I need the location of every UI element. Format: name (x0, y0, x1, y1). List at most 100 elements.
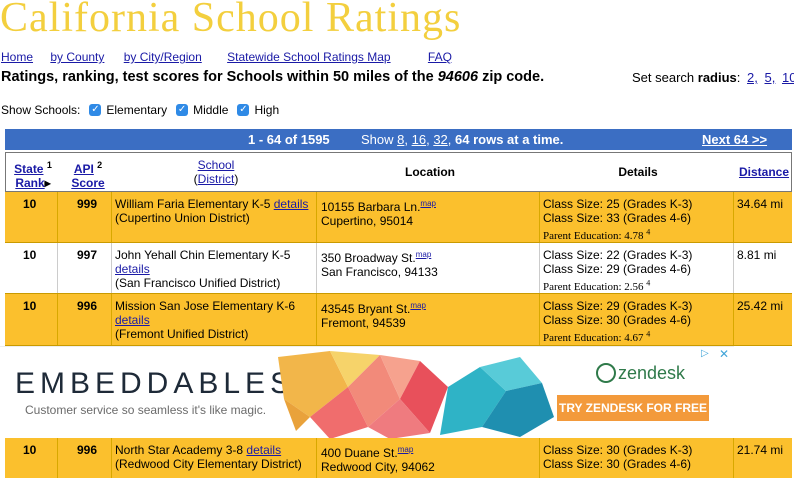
ad-brand-logo: zendesk (596, 363, 685, 384)
parent-education-footnote: 4 (646, 329, 651, 338)
school-cell: William Faria Elementary K-5 details (Cu… (115, 197, 315, 225)
street-address: 43545 Bryant St. (321, 302, 411, 316)
page-size-sep-1: , (404, 132, 412, 147)
cell-divider (316, 243, 317, 293)
school-district: (Fremont Unified District) (115, 327, 249, 341)
school-details-link[interactable]: details (115, 313, 150, 327)
school-cell: Mission San Jose Elementary K-6 details … (115, 299, 315, 341)
district-paren-close: ) (234, 172, 239, 186)
page-size-sep-3: , (447, 132, 456, 147)
elementary-checkbox[interactable]: ✓ (89, 104, 102, 116)
cell-divider (539, 243, 540, 293)
ad-cta-button[interactable]: TRY ZENDESK FOR FREE (557, 395, 709, 421)
class-size-k3: Class Size: 30 (Grades K-3) (543, 443, 693, 457)
school-details-link[interactable]: details (246, 443, 281, 457)
street-address: 350 Broadway St. (321, 251, 416, 265)
api-score-header[interactable]: API 2 Score (66, 158, 110, 190)
city-zip: Redwood City, 94062 (321, 460, 435, 474)
nav-by-city-link[interactable]: by City/Region (124, 50, 202, 64)
state-header-link[interactable]: State (14, 162, 43, 176)
cell-divider (733, 192, 734, 242)
cell-divider (111, 294, 112, 345)
location-cell: 350 Broadway St.map San Francisco, 94133 (321, 248, 438, 279)
distance: 8.81 mi (737, 248, 777, 262)
adchoices-icon[interactable]: ▷ (701, 348, 709, 359)
nav-by-county-link[interactable]: by County (50, 50, 104, 64)
street-address: 10155 Barbara Ln. (321, 200, 421, 214)
location-cell: 10155 Barbara Ln.map Cupertino, 95014 (321, 197, 436, 228)
cell-divider (539, 294, 540, 345)
next-page-link[interactable]: Next 64 >> (702, 132, 767, 147)
class-size-k3: Class Size: 22 (Grades K-3) (543, 248, 693, 262)
city-zip: San Francisco, 94133 (321, 265, 438, 279)
parent-education-value: Parent Education: 4.78 (543, 229, 644, 242)
rank-header-link[interactable]: Rank (15, 176, 44, 190)
nav-faq-link[interactable]: FAQ (428, 50, 452, 64)
parent-education-footnote: 4 (646, 227, 651, 236)
state-rank: 10 (23, 248, 37, 262)
headline-text: Ratings, ranking, test scores for School… (1, 69, 438, 85)
map-link[interactable]: map (420, 199, 436, 208)
details-cell: Class Size: 22 (Grades K-3) Class Size: … (543, 248, 692, 294)
parent-education: Parent Education: 4.78 4 (543, 227, 651, 242)
city-zip: Fremont, 94539 (321, 316, 406, 330)
map-link[interactable]: map (398, 445, 414, 454)
cell-divider (111, 192, 112, 242)
score-header-link[interactable]: Score (71, 176, 104, 190)
class-size-46: Class Size: 30 (Grades 4-6) (543, 457, 692, 471)
district-header-link[interactable]: District (198, 172, 235, 186)
state-footnote: 1 (46, 160, 52, 170)
school-type-filter: Show Schools: ✓ Elementary ✓ Middle ✓ High (1, 103, 279, 117)
ad-close-icon[interactable]: ✕ (719, 347, 729, 361)
school-cell: North Star Academy 3-8 details (Redwood … (115, 443, 315, 471)
site-title: California School Ratings (0, 0, 462, 41)
cell-divider (57, 294, 58, 345)
radius-label-pre: Set search (632, 70, 698, 85)
middle-checkbox[interactable]: ✓ (176, 104, 189, 116)
school-details-link[interactable]: details (115, 262, 150, 276)
cell-divider (111, 438, 112, 478)
parent-education: Parent Education: 2.56 4 (543, 278, 650, 293)
school-district: (San Francisco Unified District) (115, 276, 281, 290)
cell-divider (539, 192, 540, 242)
city-zip: Cupertino, 95014 (321, 214, 414, 228)
distance-header-link[interactable]: Distance (739, 165, 789, 179)
radius-option-2[interactable]: 2, (747, 70, 758, 85)
sort-arrow-icon: ▸ (44, 176, 51, 190)
cell-divider (733, 294, 734, 345)
state-rank: 10 (23, 197, 37, 211)
api-score: 999 (77, 197, 98, 211)
pagination-bar: 1 - 64 of 1595 Show 8, 16, 32, 64 rows a… (5, 129, 792, 150)
page-size-16[interactable]: 16 (412, 132, 426, 147)
location-header: Location (405, 165, 455, 179)
api-header-link[interactable]: API (74, 162, 94, 176)
state-rank: 10 (23, 299, 37, 313)
cell-divider (316, 192, 317, 242)
school-name: North Star Academy 3-8 (115, 443, 244, 457)
school-name: John Yehall Chin Elementary K-5 (115, 248, 291, 262)
details-cell: Class Size: 25 (Grades K-3) Class Size: … (543, 197, 692, 243)
school-header[interactable]: School (District) (116, 158, 316, 186)
radius-option-5[interactable]: 5, (765, 70, 776, 85)
state-rank-header[interactable]: State 1 Rank▸ (8, 158, 58, 190)
distance: 34.64 mi (737, 197, 784, 211)
location-cell: 400 Duane St.map Redwood City, 94062 (321, 443, 435, 474)
school-name: Mission San Jose Elementary K-6 (115, 299, 296, 313)
advertisement-banner[interactable]: EMBEDDABLES Customer service so seamless… (0, 346, 734, 439)
radius-selector: Set search radius: 2, 5, 10 (632, 70, 794, 85)
nav-home-link[interactable]: Home (1, 50, 33, 64)
map-link[interactable]: map (410, 301, 426, 310)
high-checkbox[interactable]: ✓ (237, 104, 250, 116)
location-cell: 43545 Bryant St.map Fremont, 94539 (321, 299, 426, 330)
radius-label: radius (697, 70, 737, 85)
top-nav: Home by County by City/Region Statewide … (1, 50, 466, 64)
distance-header[interactable]: Distance (735, 165, 793, 179)
school-details-link[interactable]: details (274, 197, 309, 211)
nav-statewide-map-link[interactable]: Statewide School Ratings Map (227, 50, 390, 64)
page-size-32[interactable]: 32 (433, 132, 447, 147)
school-header-link[interactable]: School (198, 158, 235, 172)
map-link[interactable]: map (416, 250, 432, 259)
class-size-k3: Class Size: 29 (Grades K-3) (543, 299, 693, 313)
details-cell: Class Size: 30 (Grades K-3) Class Size: … (543, 443, 692, 471)
radius-option-10[interactable]: 10 (782, 70, 794, 85)
